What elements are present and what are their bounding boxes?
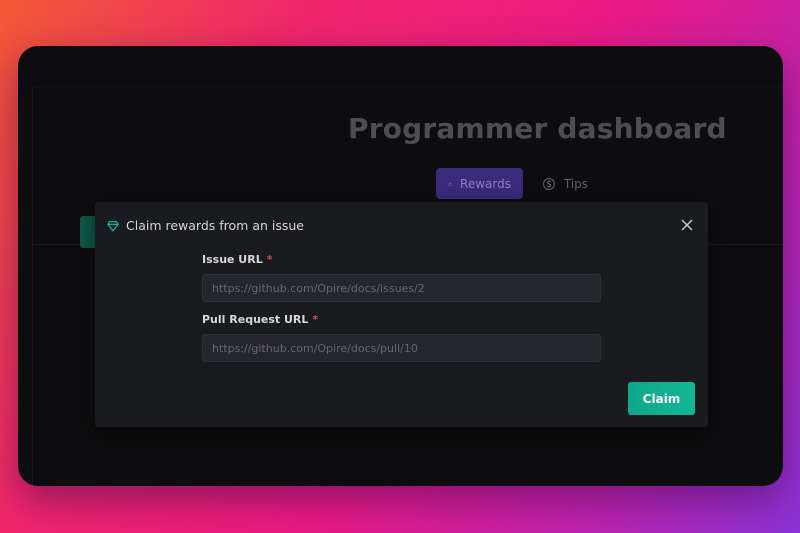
modal-header: Claim rewards from an issue: [107, 218, 304, 233]
claim-rewards-modal: Claim rewards from an issue Issue URL * …: [95, 202, 708, 427]
tab-rewards-label: Rewards: [460, 176, 511, 191]
tab-rewards[interactable]: Rewards: [436, 168, 523, 199]
pull-request-url-field: Pull Request URL *: [202, 313, 601, 362]
issue-url-field: Issue URL *: [202, 253, 601, 302]
required-mark: *: [266, 253, 273, 266]
frame-divider-top: [32, 86, 783, 87]
frame-divider-left: [32, 86, 33, 486]
issue-url-input[interactable]: [202, 274, 601, 302]
tab-tips-label: Tips: [563, 176, 588, 191]
modal-title: Claim rewards from an issue: [126, 218, 304, 233]
tab-tips[interactable]: Tips: [530, 168, 600, 199]
dollar-coin-icon: [542, 177, 555, 190]
pull-request-url-label: Pull Request URL: [202, 313, 309, 326]
bag-icon: [448, 182, 452, 186]
close-button[interactable]: [680, 217, 694, 231]
required-mark: *: [312, 313, 319, 326]
close-icon: [681, 219, 693, 231]
issue-url-label: Issue URL: [202, 253, 263, 266]
page-title: Programmer dashboard: [348, 112, 727, 145]
pull-request-url-input[interactable]: [202, 334, 601, 362]
app-window: Programmer dashboard Rewards Tips Claim …: [18, 46, 783, 486]
diamond-icon: [107, 220, 119, 232]
claim-button[interactable]: Claim: [628, 382, 695, 415]
